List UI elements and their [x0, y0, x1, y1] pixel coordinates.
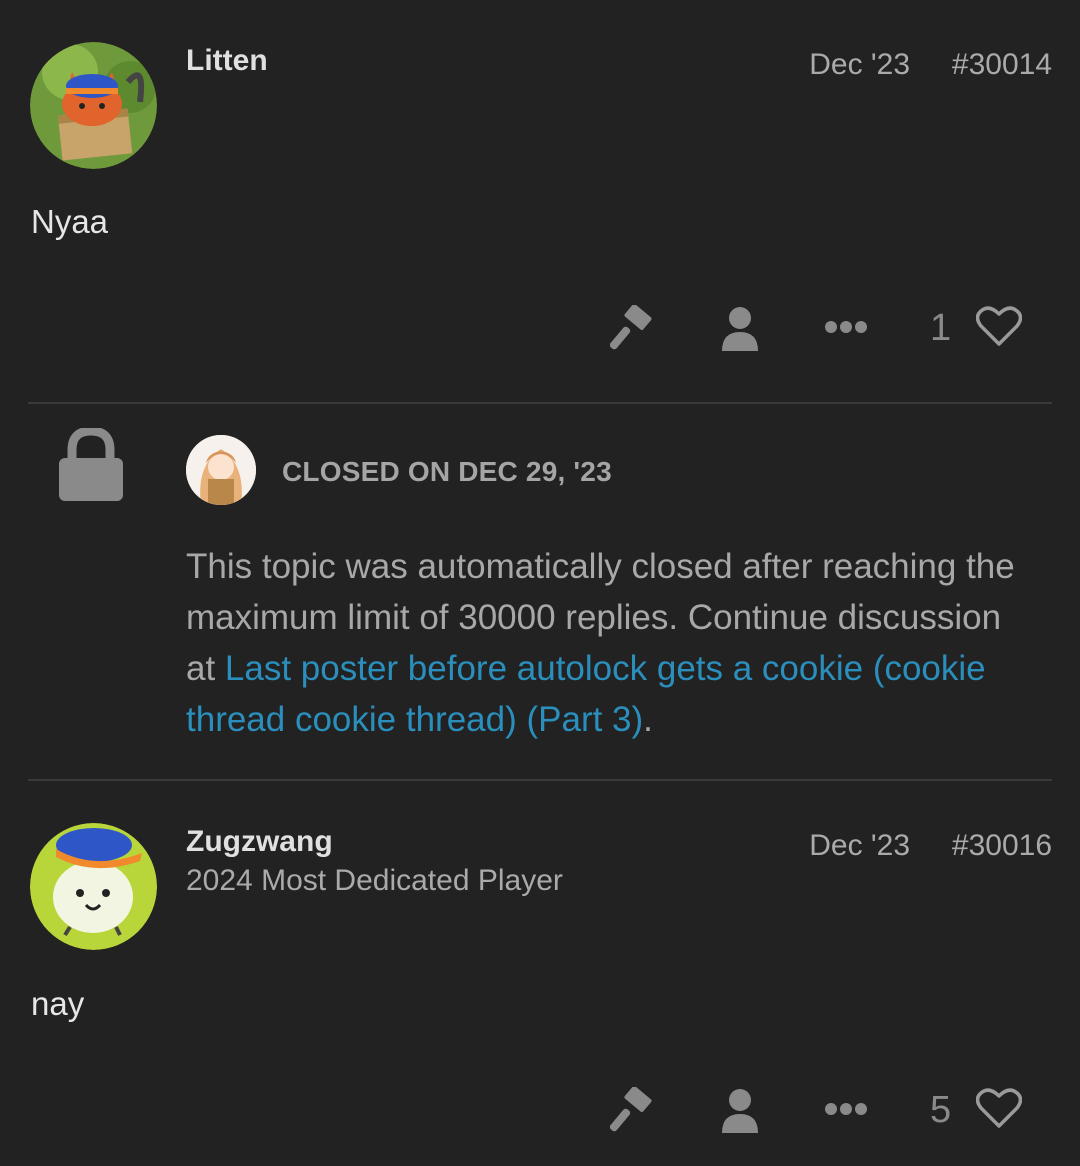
- user-title: 2024 Most Dedicated Player: [186, 864, 563, 897]
- like-count[interactable]: 5: [930, 1089, 951, 1132]
- like-count[interactable]: 1: [930, 307, 951, 350]
- litten-avatar-icon: [30, 42, 157, 169]
- heart-icon[interactable]: [976, 1087, 1022, 1129]
- cat-avatar-icon: [30, 823, 157, 950]
- more-icon[interactable]: [824, 320, 868, 334]
- post-number[interactable]: #30016: [952, 829, 1052, 863]
- post-date[interactable]: Dec '23: [809, 829, 910, 863]
- lock-icon: [59, 428, 123, 501]
- user-icon[interactable]: [720, 1087, 760, 1135]
- post-actions: 1: [0, 305, 1080, 365]
- avatar[interactable]: [30, 42, 157, 169]
- user-icon[interactable]: [720, 305, 760, 353]
- more-icon[interactable]: [824, 1102, 868, 1116]
- post-30016: Zugzwang 2024 Most Dedicated Player Dec …: [0, 781, 1080, 1166]
- closed-text-end: .: [643, 700, 653, 739]
- closed-message: This topic was automatically closed afte…: [186, 541, 1026, 745]
- closed-title: CLOSED ON DEC 29, '23: [282, 456, 612, 487]
- anime-avatar-icon: [186, 435, 256, 505]
- heart-icon[interactable]: [976, 305, 1022, 347]
- post-30014: Litten Dec '23 #30014 Nyaa 1: [0, 0, 1080, 400]
- username[interactable]: Litten: [186, 44, 268, 78]
- avatar[interactable]: [30, 823, 157, 950]
- system-avatar[interactable]: [186, 435, 256, 505]
- closed-notice: CLOSED ON DEC 29, '23 This topic was aut…: [0, 403, 1080, 781]
- hammer-icon[interactable]: [610, 1087, 658, 1137]
- post-date[interactable]: Dec '23: [809, 48, 910, 82]
- post-number[interactable]: #30014: [952, 48, 1052, 82]
- post-actions: 5: [0, 1087, 1080, 1147]
- post-body: Nyaa: [31, 203, 109, 240]
- hammer-icon[interactable]: [610, 305, 658, 355]
- username[interactable]: Zugzwang: [186, 825, 333, 859]
- post-body: nay: [31, 985, 85, 1022]
- continue-thread-link[interactable]: Last poster before autolock gets a cooki…: [186, 649, 986, 739]
